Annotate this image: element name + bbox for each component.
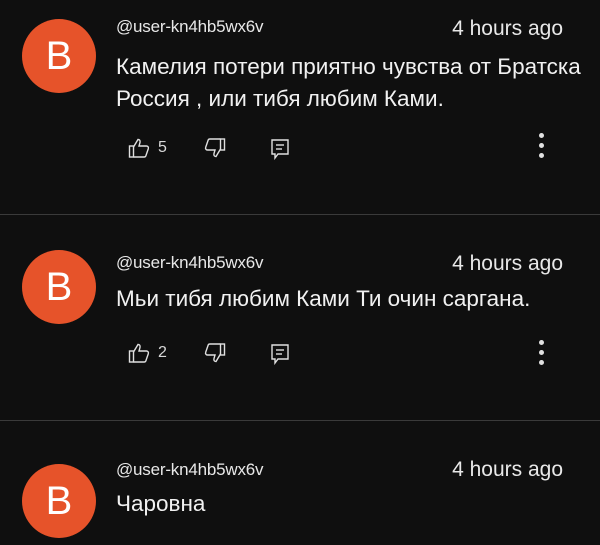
thumb-up-icon[interactable] — [128, 342, 150, 364]
comment-item: B @user-kn4hb5wx6v 4 hours ago Мьи тибя … — [0, 215, 600, 421]
comment-text: Чаровна — [116, 491, 206, 516]
comment-timestamp: 4 hours ago — [452, 17, 563, 40]
comment-item: B @user-kn4hb5wx6v 4 hours ago Камелия п… — [0, 0, 600, 215]
avatar[interactable]: B — [22, 19, 96, 93]
comment-item: B @user-kn4hb5wx6v 4 hours ago Чаровна — [0, 421, 600, 545]
reply-icon[interactable] — [270, 343, 290, 365]
thumb-up-icon[interactable] — [128, 137, 150, 159]
thumb-down-icon[interactable] — [204, 342, 226, 364]
more-vert-icon[interactable] — [538, 133, 544, 161]
reply-icon[interactable] — [270, 138, 290, 160]
comment-timestamp: 4 hours ago — [452, 458, 563, 481]
like-count: 2 — [158, 344, 167, 361]
avatar[interactable]: B — [22, 250, 96, 324]
comment-author[interactable]: @user-kn4hb5wx6v — [116, 460, 263, 480]
more-vert-icon[interactable] — [538, 340, 544, 368]
comment-text: Мьи тибя любим Ками Ти очин саргана. — [116, 286, 531, 311]
avatar[interactable]: B — [22, 464, 96, 538]
comment-author[interactable]: @user-kn4hb5wx6v — [116, 17, 263, 37]
like-count: 5 — [158, 139, 167, 156]
comment-timestamp: 4 hours ago — [452, 252, 563, 275]
thumb-down-icon[interactable] — [204, 137, 226, 159]
comment-text: Камелия потери приятно чувства от Братск… — [116, 54, 581, 111]
comment-author[interactable]: @user-kn4hb5wx6v — [116, 253, 263, 273]
